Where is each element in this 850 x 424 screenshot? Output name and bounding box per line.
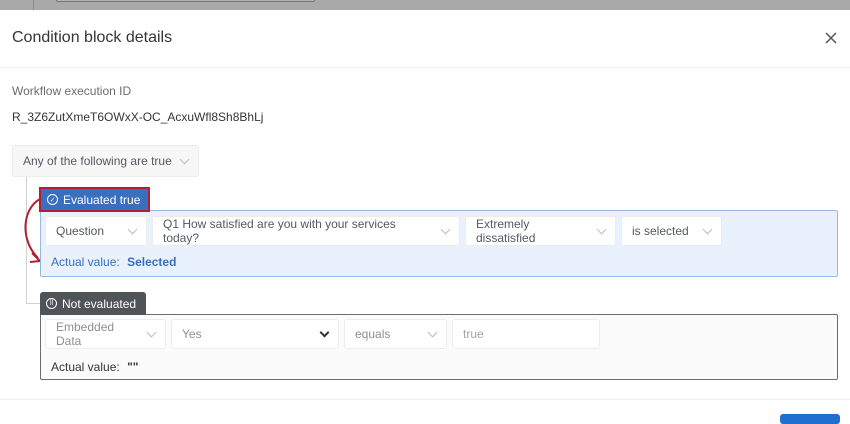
question-dropdown[interactable]: Q1 How satisfied are you with your servi… (152, 216, 460, 246)
pause-circle-icon: ll (46, 298, 57, 309)
background-search-box (56, 0, 315, 2)
dropdown-value: Yes (182, 327, 202, 341)
execution-id-value: R_3Z6ZutXmeT6OWxX-OC_AcxuWfl8Sh8BhLj (12, 110, 264, 124)
dropdown-value: Q1 How satisfied are you with your servi… (163, 217, 396, 245)
background-toolbar (0, 0, 850, 10)
chevron-down-icon (702, 224, 713, 234)
embedded-field-dropdown[interactable]: Yes (171, 319, 339, 349)
operator-dropdown[interactable]: is selected (621, 216, 722, 246)
chevron-down-icon (319, 327, 330, 337)
actual-value-text: Selected (127, 255, 177, 269)
evaluated-true-badge: ✓ Evaluated true (39, 187, 150, 212)
tree-branch (26, 303, 40, 304)
check-circle-icon: ✓ (47, 194, 58, 205)
badge-label: Evaluated true (63, 192, 141, 207)
actual-value-label: Actual value: (51, 360, 120, 374)
operator-dropdown[interactable]: equals (344, 319, 447, 349)
condition-type-dropdown[interactable]: Embedded Data (45, 319, 166, 349)
header-divider (0, 67, 850, 68)
toolbar-divider (33, 0, 34, 10)
actual-value: Actual value: Selected (51, 255, 176, 269)
choice-dropdown[interactable]: Extremely dissatisfied (465, 216, 616, 246)
footer-divider (0, 399, 850, 400)
actual-value-text: "" (127, 360, 139, 374)
dropdown-value: Question (56, 224, 105, 238)
chevron-down-icon (596, 224, 607, 234)
dropdown-value: Embedded Data (56, 320, 115, 348)
chevron-down-icon (440, 224, 451, 234)
close-icon[interactable] (822, 29, 840, 47)
actual-value-label: Actual value: (51, 255, 120, 269)
not-evaluated-badge: ll Not evaluated (40, 292, 146, 315)
dropdown-value: is selected (632, 224, 689, 238)
chevron-down-icon (427, 327, 438, 337)
chevron-down-icon (146, 327, 157, 337)
dropdown-value: Extremely dissatisfied (476, 217, 536, 245)
badge-label: Not evaluated (62, 296, 137, 311)
execution-id-label: Workflow execution ID (12, 84, 132, 98)
chevron-down-icon (179, 154, 190, 164)
value-input[interactable]: true (452, 319, 600, 349)
conjunction-label: Any of the following are true (23, 154, 172, 168)
condition-type-dropdown[interactable]: Question (45, 216, 147, 246)
chevron-down-icon (127, 224, 138, 234)
dropdown-value: equals (355, 327, 391, 341)
footer-primary-button[interactable] (780, 414, 840, 424)
conjunction-dropdown[interactable]: Any of the following are true (12, 145, 199, 177)
input-value: true (463, 327, 484, 341)
modal-title: Condition block details (12, 29, 173, 46)
actual-value: Actual value: "" (51, 360, 138, 374)
